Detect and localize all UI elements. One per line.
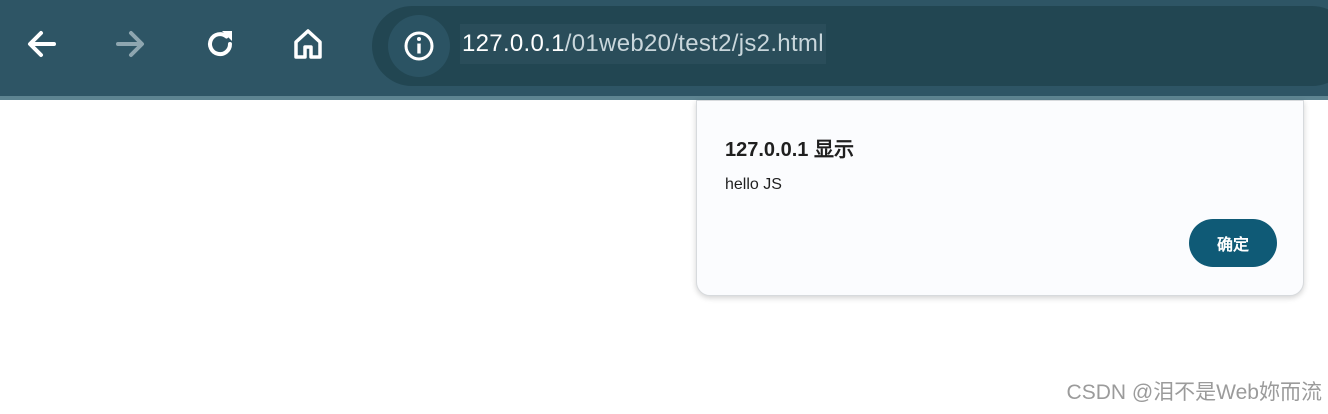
url-host: 127.0.0.1 — [462, 30, 565, 57]
home-button[interactable] — [288, 24, 328, 64]
ok-button[interactable]: 确定 — [1189, 219, 1277, 267]
reload-icon — [208, 31, 233, 57]
dialog-title: 127.0.0.1 显示 — [725, 139, 854, 161]
url-path: /01web20/test2/js2.html — [564, 30, 824, 57]
dialog-message: hello JS — [725, 176, 782, 193]
site-info-button[interactable] — [388, 15, 450, 77]
back-button[interactable] — [22, 24, 62, 64]
reload-button[interactable] — [200, 24, 240, 64]
url-field[interactable]: 127.0.0.1/01web20/test2/js2.html — [460, 24, 826, 64]
browser-toolbar: 127.0.0.1/01web20/test2/js2.html — [0, 0, 1328, 100]
info-icon — [404, 31, 434, 61]
arrow-left-icon — [28, 31, 56, 57]
watermark: CSDN @泪不是Web妳而流 — [1066, 381, 1322, 404]
address-bar[interactable]: 127.0.0.1/01web20/test2/js2.html — [372, 6, 1328, 86]
forward-button[interactable] — [110, 24, 150, 64]
arrow-right-icon — [116, 31, 144, 57]
home-icon — [294, 29, 322, 59]
alert-dialog: 127.0.0.1 显示 hello JS 确定 — [696, 100, 1304, 296]
